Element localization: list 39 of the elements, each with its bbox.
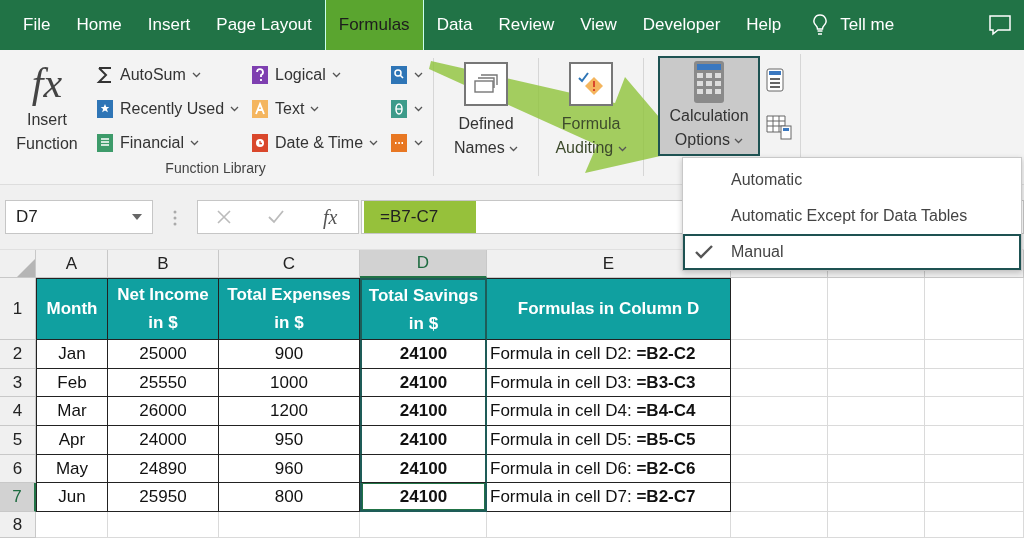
table-cell: 24000 [108,426,219,455]
column-heading: Net Income in $ [108,278,219,340]
cell-reference: D7 [16,207,38,227]
column-heading: Total Expenses in $ [219,278,360,340]
table-cell: Formula in cell D7: =B2-C7 [487,483,731,513]
table-cell: Apr [36,426,108,455]
table-cell: 24890 [108,454,219,484]
table-cell: Formula in cell D4: =B4-C4 [487,397,731,427]
table-cell: Feb [36,368,108,398]
table-cell: 24100 [360,483,487,513]
group-label: Function Library [164,160,267,178]
table-cell: 24100 [360,397,487,427]
table-cell: Formula in cell D6: =B2-C6 [487,454,731,484]
table-cell: 900 [219,340,360,369]
table-cell: 24100 [360,368,487,398]
table-cell: 24100 [360,340,487,369]
table-cell: Formula in cell D2: =B2-C2 [487,340,731,369]
table-cell: Formula in cell D5: =B5-C5 [487,426,731,455]
table-cell: 1200 [219,397,360,427]
table-cell: 25000 [108,340,219,369]
table-cell: Jan [36,340,108,369]
table-cell: 25550 [108,368,219,398]
table-cell: 800 [219,483,360,513]
table-cell: 960 [219,454,360,484]
table-cell: May [36,454,108,484]
formula-text: =B7-C7 [364,201,476,233]
table-cell: Formula in cell D3: =B3-C3 [487,368,731,398]
table-cell: 26000 [108,397,219,427]
table-cell: 24100 [360,426,487,455]
column-heading: Month [36,278,108,340]
column-heading: Total Savings in $ [360,278,487,340]
function-icon: fx [31,58,63,108]
column-heading: Formulas in Column D [487,278,731,340]
table-cell: 24100 [360,454,487,484]
table-cell: 950 [219,426,360,455]
table-cell: 1000 [219,368,360,398]
table-cell: Jun [36,483,108,513]
table-cell: 25950 [108,483,219,513]
table-cell: Mar [36,397,108,427]
